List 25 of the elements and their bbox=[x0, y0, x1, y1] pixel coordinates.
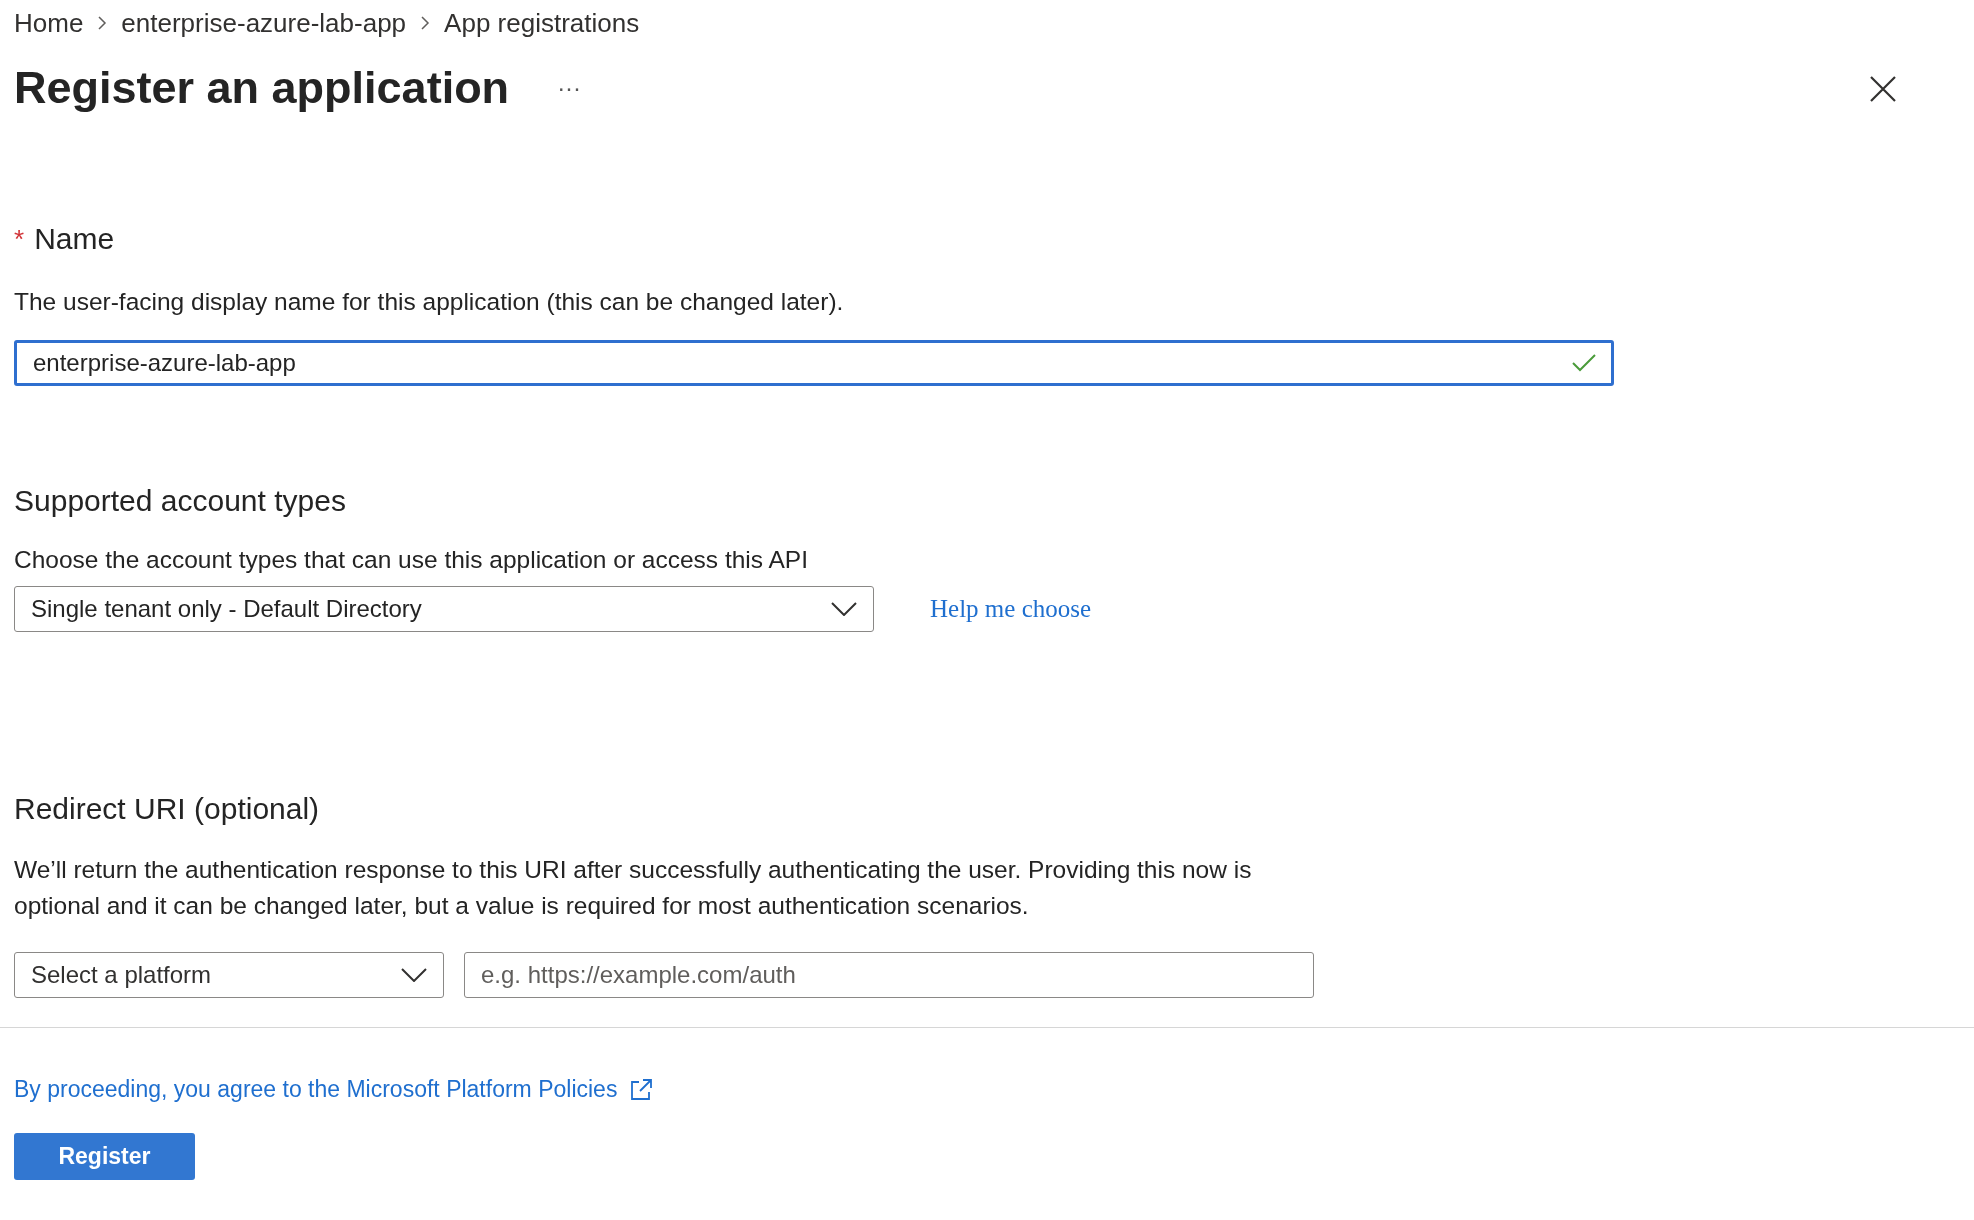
breadcrumb-link[interactable]: App registrations bbox=[444, 7, 640, 39]
page-title: Register an application bbox=[14, 62, 510, 114]
field-description: Choose the account types that can use this application or access this API bbox=[14, 545, 809, 575]
chevron-right-icon bbox=[420, 16, 431, 30]
required-mark: * bbox=[14, 223, 25, 255]
breadcrumb-link[interactable]: enterprise-azure-lab-app bbox=[121, 7, 407, 39]
section-heading: Redirect URI (optional) bbox=[14, 792, 320, 826]
account-type-dropdown[interactable]: Single tenant only - Default Directory bbox=[14, 586, 874, 632]
policy-link[interactable]: By proceeding, you agree to the Microsoft Platform Policies bbox=[14, 1076, 654, 1103]
name-input[interactable]: enterprise-azure-lab-app bbox=[14, 340, 1614, 386]
section-heading: Supported account types bbox=[14, 484, 346, 518]
more-button[interactable]: ··· bbox=[549, 70, 590, 106]
register-button[interactable]: Register bbox=[14, 1133, 195, 1180]
chevron-right-icon bbox=[97, 16, 108, 30]
chevron-down-icon bbox=[831, 602, 857, 616]
redirect-uri-input[interactable]: e.g. https://example.com/auth bbox=[464, 952, 1314, 998]
field-description: The user-facing display name for this application (this can be changed later). bbox=[14, 287, 845, 317]
chevron-down-icon bbox=[401, 968, 427, 982]
field-description: We’ll return the authentication response to this URI after successfully authenticating the user. Providing this now is optional and it can be changed later, but a value is required for most authentication scenarios. bbox=[14, 855, 1253, 921]
field-label: Name bbox=[34, 222, 115, 256]
close-icon[interactable] bbox=[1870, 76, 1896, 102]
help-link[interactable]: Help me choose bbox=[930, 595, 1092, 623]
breadcrumb-link[interactable]: Home bbox=[14, 7, 84, 39]
external-link-icon bbox=[629, 1077, 654, 1102]
platform-dropdown[interactable]: Select a platform bbox=[14, 952, 444, 998]
